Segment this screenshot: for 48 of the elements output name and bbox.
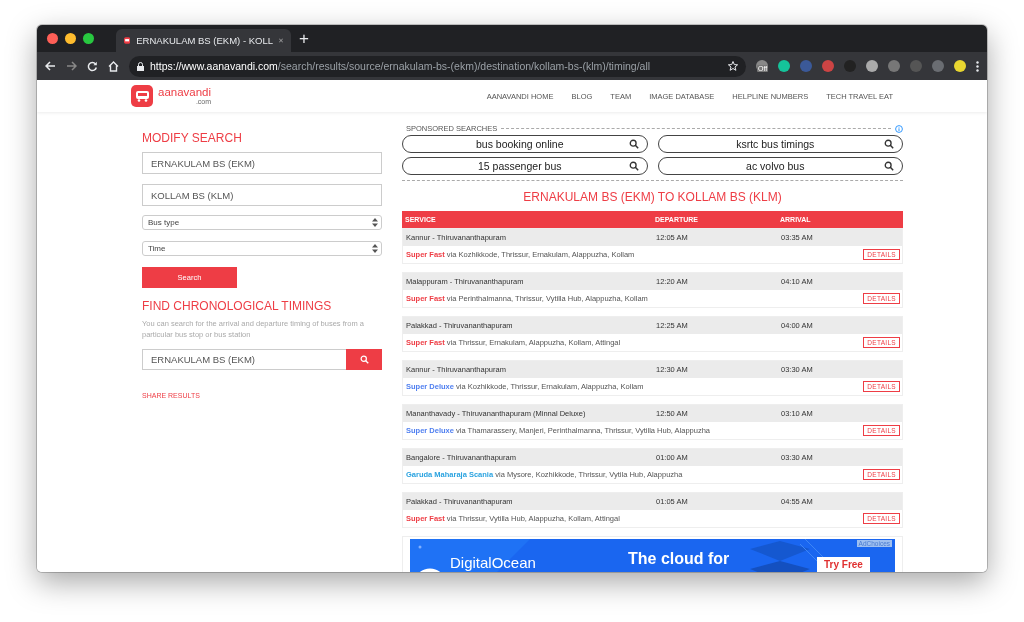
section-title: MODIFY SEARCH	[142, 131, 243, 145]
new-tab-button[interactable]: +	[299, 30, 309, 47]
to-field[interactable]: KOLLAM BS (KLM)	[142, 184, 382, 206]
ad-brand: DigitalOcean	[450, 554, 536, 571]
section-title: FIND CHRONOLOGICAL TIMINGS	[142, 299, 333, 313]
extension-icon[interactable]	[778, 60, 790, 72]
reload-icon[interactable]	[87, 60, 98, 72]
close-icon[interactable]	[279, 37, 283, 44]
bus-logo-icon[interactable]	[131, 85, 153, 107]
sponsored-search-button[interactable]: 15 passenger bus	[402, 157, 648, 175]
try-free-button[interactable]: Try Free	[817, 557, 870, 572]
forward-icon[interactable]	[66, 61, 77, 71]
minimize-window-button[interactable]	[65, 33, 76, 44]
sponsored-search-button[interactable]: bus booking online	[402, 135, 648, 153]
stop-field[interactable]: ERNAKULAM BS (EKM)	[142, 348, 346, 370]
time-select[interactable]: Time	[142, 241, 382, 256]
select-arrows-icon	[372, 244, 378, 253]
back-icon[interactable]	[45, 61, 56, 71]
extension-icon[interactable]	[866, 60, 878, 72]
extension-icon[interactable]	[888, 60, 900, 72]
close-window-button[interactable]	[47, 33, 58, 44]
bus-icon	[124, 35, 131, 46]
search-icon	[628, 139, 639, 149]
url-host: https://www.aanavandi.com	[150, 60, 278, 72]
search-icon	[884, 139, 894, 149]
url-path: /search/results/source/ernakulam-bs-(ekm)/destination/kollam-bs-(klm)/timing/all	[277, 60, 652, 72]
results-title: ERNAKULAM BS (EKM) TO KOLLAM BS (KLM)	[522, 190, 783, 204]
lock-icon	[137, 61, 144, 71]
bus-type-select[interactable]: Bus type	[142, 215, 382, 230]
search-button[interactable]	[346, 348, 382, 370]
extension-icon[interactable]	[822, 60, 834, 72]
search-icon	[628, 161, 639, 171]
home-icon[interactable]	[108, 60, 119, 72]
menu-icon[interactable]	[976, 60, 979, 72]
search-icon	[884, 161, 894, 171]
star-icon[interactable]	[728, 61, 738, 71]
sponsored-search-button[interactable]: ac volvo bus	[657, 157, 903, 175]
logo-text[interactable]: aanavandi	[158, 86, 212, 99]
sponsored-search-button[interactable]: ksrtc bus timings	[657, 135, 903, 153]
tab-title: ERNAKULAM BS (EKM) - KOLL	[136, 35, 273, 46]
ad-headline: The cloud for	[628, 550, 730, 568]
select-arrows-icon	[372, 218, 378, 227]
address-bar[interactable]: https://www.aanavandi.com/search/results/source/ernakulam-bs-(ekm)/destination/kollam-bs-(klm)/timing/all	[129, 55, 746, 77]
maximize-window-button[interactable]	[83, 33, 94, 44]
avatar-icon[interactable]	[954, 60, 966, 72]
from-field[interactable]: ERNAKULAM BS (EKM)	[142, 152, 382, 174]
search-icon	[359, 354, 369, 364]
browser-tab[interactable]: ERNAKULAM BS (EKM) - KOLL	[116, 29, 291, 52]
